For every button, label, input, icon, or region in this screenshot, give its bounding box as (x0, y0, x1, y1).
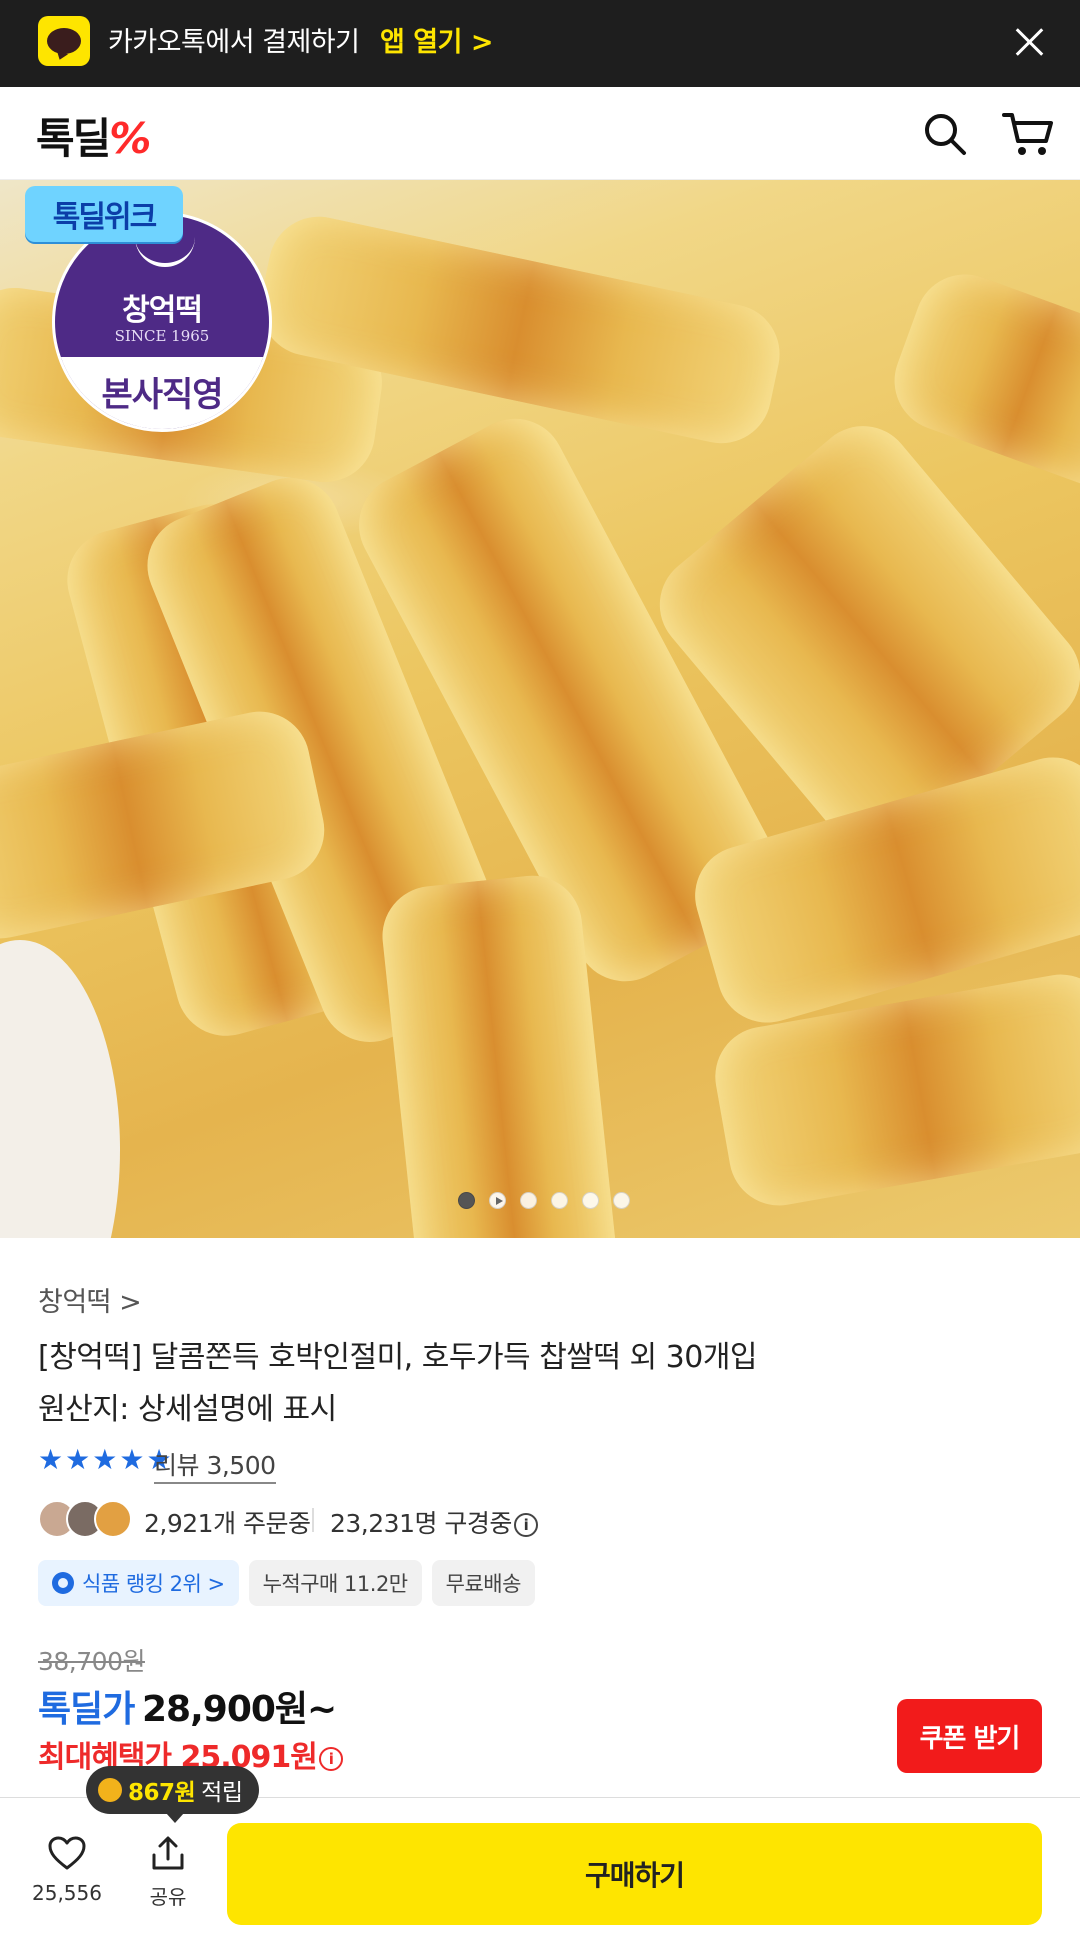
kakaotalk-icon (38, 16, 90, 66)
direct-store-badge: 창억떡 SINCE 1965 본사직영 (52, 212, 272, 432)
points-tooltip: 867원 적립 (86, 1766, 259, 1823)
app-header: 톡딜% (0, 87, 1080, 180)
carousel-indicator (458, 1192, 630, 1209)
badge-icon (52, 1572, 74, 1594)
get-coupon-button[interactable]: 쿠폰 받기 (897, 1699, 1042, 1773)
cumulative-purchase-chip: 누적구매 11.2만 (248, 1560, 422, 1606)
review-link[interactable]: 리뷰 3,500 (154, 1446, 276, 1484)
carousel-dot[interactable] (520, 1192, 537, 1209)
product-chips: 식품 랭킹 2위 > 누적구매 11.2만 무료배송 (38, 1560, 535, 1606)
cart-icon[interactable] (1000, 109, 1056, 159)
like-button[interactable]: 25,556 (22, 1835, 112, 1905)
close-icon[interactable] (1010, 22, 1050, 62)
share-button[interactable]: 공유 (128, 1835, 208, 1910)
search-icon[interactable] (920, 109, 970, 159)
star-icon: ★ (38, 1443, 64, 1476)
share-label: 공유 (149, 1885, 187, 1909)
star-icon: ★ (92, 1443, 118, 1476)
order-count: 2,921개 주문중 (144, 1509, 311, 1538)
open-app-link[interactable]: 앱 열기 > (380, 20, 493, 59)
star-icon: ★ (65, 1443, 91, 1476)
talkdeal-week-badge: 톡딜위크 (25, 186, 183, 242)
free-shipping-chip: 무료배송 (431, 1560, 535, 1606)
heart-icon (48, 1836, 86, 1870)
product-title: [창억떡] 달콤쫀득 호박인절미, 호두가득 찹쌀떡 외 30개입 (38, 1340, 758, 1375)
info-icon[interactable]: i (318, 1746, 343, 1771)
like-count: 25,556 (32, 1881, 102, 1905)
divider (312, 1508, 314, 1532)
carousel-dot[interactable] (613, 1192, 630, 1209)
carousel-dot[interactable] (582, 1192, 599, 1209)
original-price: 38,700원 (38, 1647, 145, 1676)
carousel-dot[interactable] (551, 1192, 568, 1209)
carousel-dot[interactable] (458, 1192, 475, 1209)
banner-text: 카카오톡에서 결제하기 (108, 27, 360, 58)
kakao-pay-banner[interactable]: 카카오톡에서 결제하기 앱 열기 > (0, 0, 1080, 87)
share-icon (152, 1836, 184, 1870)
info-icon[interactable]: i (513, 1513, 538, 1537)
carousel-play-icon[interactable] (489, 1192, 506, 1209)
product-origin: 원산지: 상세설명에 표시 (38, 1392, 337, 1427)
buyer-avatars (38, 1500, 136, 1540)
brand-link[interactable]: 창억떡 > (38, 1280, 142, 1319)
avatar (94, 1500, 132, 1538)
talkdeal-logo[interactable]: 톡딜% (36, 105, 151, 166)
deal-price-label: 톡딜가 (38, 1689, 135, 1730)
rating-stars: ★ ★ ★ ★ ★ (38, 1446, 172, 1474)
deal-price: 28,900원~ (142, 1689, 337, 1730)
viewer-count: 23,231명 구경중 i (330, 1504, 538, 1540)
coin-icon (98, 1778, 122, 1802)
star-icon: ★ (119, 1443, 145, 1476)
ranking-chip[interactable]: 식품 랭킹 2위 > (38, 1560, 239, 1606)
buy-button[interactable]: 구매하기 (227, 1823, 1042, 1925)
